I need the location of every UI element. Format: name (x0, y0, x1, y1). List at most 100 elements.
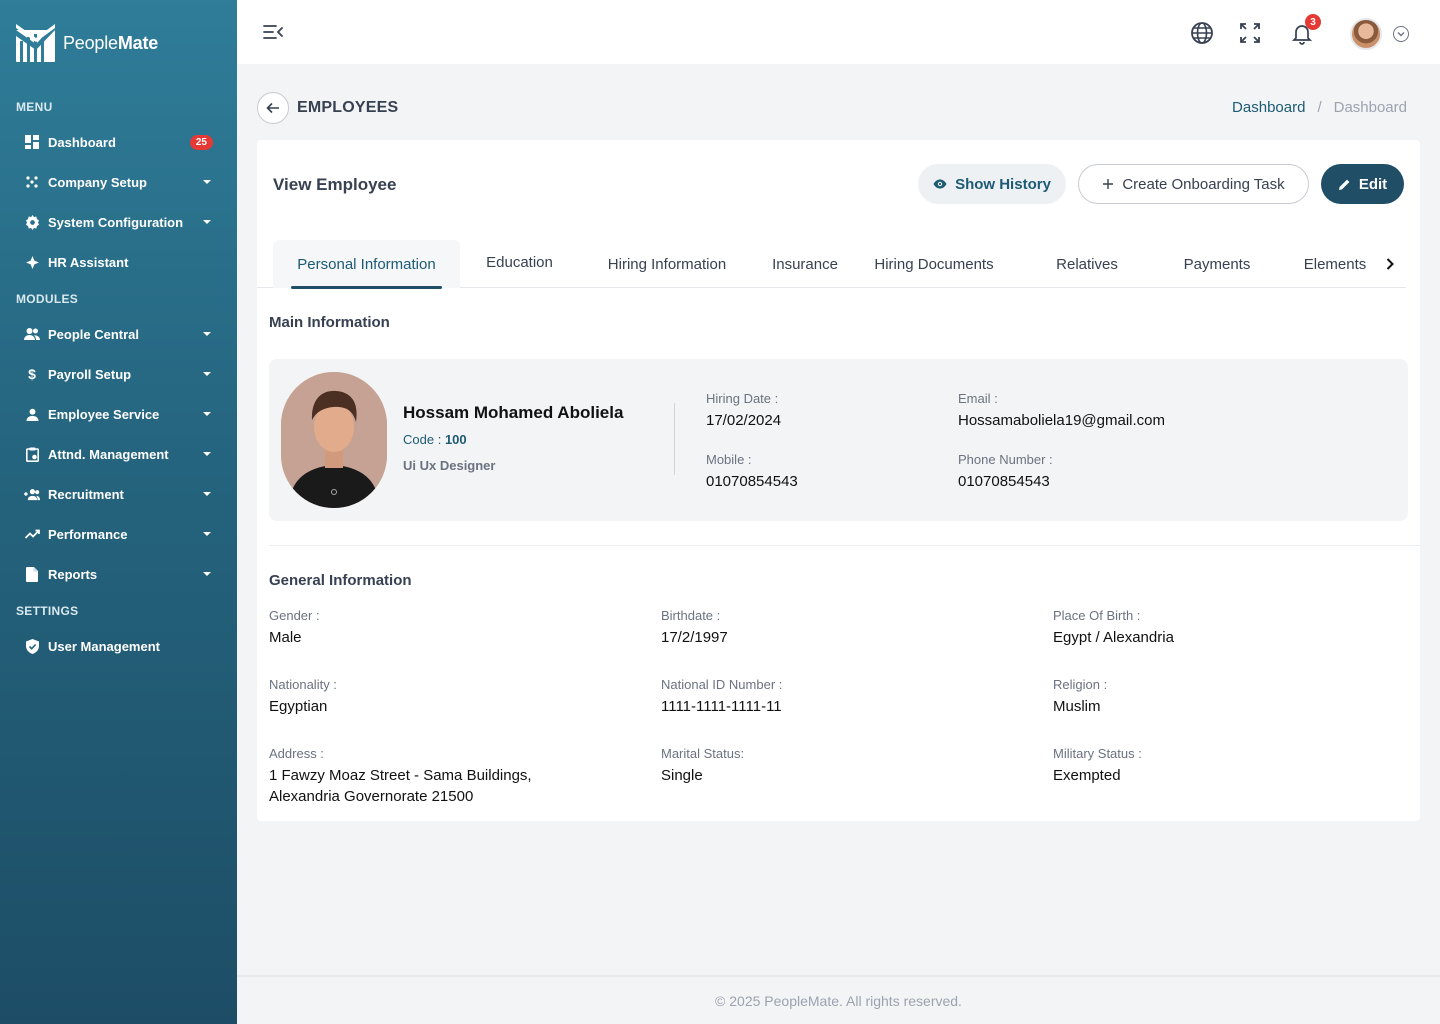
sidebar-item-dashboard[interactable]: Dashboard 25 (16, 126, 221, 158)
vertical-divider (674, 403, 675, 475)
breadcrumb-separator: / (1317, 99, 1322, 116)
breadcrumb-current: Dashboard (1333, 99, 1407, 116)
add-people-icon (24, 486, 40, 502)
user-avatar[interactable] (1350, 18, 1382, 50)
edit-button[interactable]: Edit (1321, 164, 1404, 204)
dollar-icon: $ (28, 366, 36, 382)
sidebar-item-recruitment[interactable]: Recruitment (16, 478, 221, 510)
pencil-icon (1338, 179, 1350, 190)
sidebar-item-label: Payroll Setup (48, 366, 132, 382)
page-title: EMPLOYEES (297, 99, 399, 116)
trend-icon (24, 526, 40, 542)
hiring-date-value: 17/02/2024 (706, 412, 782, 429)
chevron-down-icon (203, 412, 211, 416)
sidebar-item-label: Company Setup (48, 174, 147, 190)
logo-icon (16, 24, 55, 62)
eye-icon (933, 179, 947, 189)
sidebar-item-label: User Management (48, 638, 160, 654)
tab-payments[interactable]: Payments (1171, 240, 1263, 288)
sidebar-item-employee-service[interactable]: Employee Service (16, 398, 221, 430)
nationality-label: Nationality : (269, 677, 337, 692)
national-id-value: 1111-1111-1111-11 (661, 698, 782, 715)
sidebar-item-label: Dashboard (48, 134, 116, 150)
globe-icon[interactable] (1189, 20, 1215, 46)
sidebar-item-system-configuration[interactable]: System Configuration (16, 206, 221, 238)
chevron-down-icon (203, 532, 211, 536)
chevron-down-icon (203, 492, 211, 496)
chevron-down-icon (203, 452, 211, 456)
chevron-down-icon (203, 180, 211, 184)
back-button[interactable] (257, 92, 289, 124)
company-icon (24, 174, 40, 190)
phone-label: Phone Number : (958, 452, 1053, 467)
employee-code: Code : 100 (403, 432, 467, 447)
general-information-title: General Information (269, 572, 412, 589)
tab-personal-information[interactable]: Personal Information (273, 240, 460, 289)
sidebar: PeopleMate MENU Dashboard 25 Company Set… (0, 0, 237, 1024)
sidebar-item-reports[interactable]: Reports (16, 558, 221, 590)
fullscreen-icon[interactable] (1237, 20, 1263, 46)
sidebar-item-hr-assistant[interactable]: HR Assistant (16, 246, 221, 278)
place-of-birth-label: Place Of Birth : (1053, 608, 1141, 623)
notification-count-badge: 3 (1305, 14, 1321, 30)
top-bar: 3 (237, 0, 1440, 64)
sidebar-item-people-central[interactable]: People Central (16, 318, 221, 350)
tab-insurance[interactable]: Insurance (759, 240, 851, 288)
sidebar-item-label: Performance (48, 526, 128, 542)
sidebar-item-performance[interactable]: Performance (16, 518, 221, 550)
tab-hiring-documents[interactable]: Hiring Documents (863, 240, 1005, 288)
employee-photo (281, 372, 387, 508)
marital-status-value: Single (661, 767, 703, 784)
birthdate-label: Birthdate : (661, 608, 721, 623)
place-of-birth-value: Egypt / Alexandria (1053, 629, 1174, 646)
religion-value: Muslim (1053, 698, 1101, 715)
people-icon (24, 326, 40, 342)
tab-education[interactable]: Education (471, 238, 568, 286)
phone-value: 01070854543 (958, 473, 1050, 490)
email-label: Email : (958, 391, 998, 406)
hiring-date-label: Hiring Date : (706, 391, 779, 406)
breadcrumb-link-dashboard[interactable]: Dashboard (1232, 99, 1305, 116)
tab-elements[interactable]: Elements (1293, 240, 1377, 288)
mobile-value: 01070854543 (706, 473, 798, 490)
main-information-title: Main Information (269, 314, 390, 331)
dashboard-icon (24, 134, 40, 150)
tab-relatives[interactable]: Relatives (1043, 240, 1131, 288)
national-id-label: National ID Number : (661, 677, 783, 692)
document-icon (24, 566, 40, 582)
clipboard-icon (24, 446, 40, 462)
sidebar-item-user-management[interactable]: User Management (16, 630, 221, 662)
military-status-value: Exempted (1053, 767, 1121, 784)
chevron-down-icon (203, 220, 211, 224)
notifications-button[interactable]: 3 (1289, 14, 1321, 46)
chevron-down-icon (203, 572, 211, 576)
section-title-modules: MODULES (16, 292, 79, 306)
tabs-scroll-right-button[interactable] (1374, 240, 1406, 288)
show-history-button[interactable]: Show History (918, 164, 1066, 204)
breadcrumb: Dashboard / Dashboard (1232, 99, 1407, 116)
brand-logo[interactable]: PeopleMate (16, 24, 158, 62)
sidebar-item-attendance-management[interactable]: Attnd. Management (16, 438, 221, 470)
create-onboarding-task-button[interactable]: Create Onboarding Task (1078, 164, 1309, 204)
menu-collapse-icon[interactable] (263, 24, 283, 40)
sidebar-item-payroll-setup[interactable]: $ Payroll Setup (16, 358, 221, 390)
profile-summary: Hossam Mohamed Aboliela Code : 100 Ui Ux… (269, 359, 1408, 521)
edit-label: Edit (1358, 175, 1388, 193)
address-value-line2: Alexandria Governorate 21500 (269, 788, 474, 805)
gear-icon (24, 214, 40, 230)
employee-role: Ui Ux Designer (403, 458, 496, 473)
create-onboarding-task-label: Create Onboarding Task (1122, 175, 1285, 193)
employee-name: Hossam Mohamed Aboliela (403, 403, 624, 422)
shield-icon (24, 638, 40, 654)
sparkle-icon (24, 254, 40, 270)
mobile-label: Mobile : (706, 452, 752, 467)
marital-status-label: Marital Status: (661, 746, 745, 761)
chevron-down-icon[interactable] (1393, 26, 1409, 42)
chevron-down-icon (203, 332, 211, 336)
sidebar-item-label: Employee Service (48, 406, 160, 422)
birthdate-value: 17/2/1997 (661, 629, 728, 646)
tab-hiring-information[interactable]: Hiring Information (591, 240, 743, 288)
plus-icon (1103, 179, 1114, 189)
dashboard-count-badge: 25 (189, 134, 213, 150)
sidebar-item-company-setup[interactable]: Company Setup (16, 166, 221, 198)
